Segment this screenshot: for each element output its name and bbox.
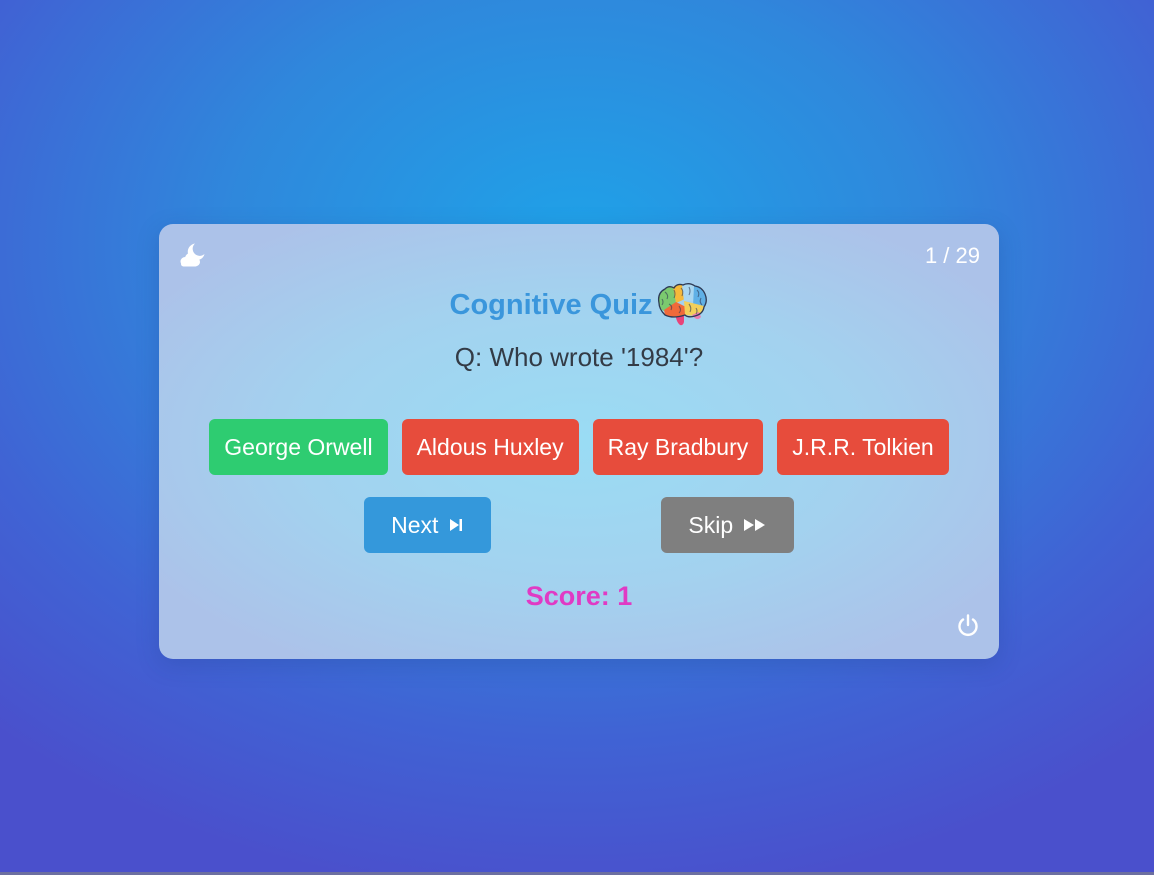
theme-toggle-button[interactable] <box>178 242 206 268</box>
brain-icon <box>655 282 709 328</box>
question-counter: 1 / 29 <box>924 243 980 268</box>
moon-cloud-icon <box>180 243 205 267</box>
question-text: Q: Who wrote '1984'? <box>454 342 704 372</box>
answer-option-jrr-tolkien[interactable]: J.R.R. Tolkien <box>777 419 949 475</box>
page-title: Cognitive Quiz <box>449 288 653 321</box>
next-button[interactable]: Next <box>364 497 491 553</box>
skip-button-label: Skip <box>688 512 734 538</box>
next-track-icon <box>449 519 462 532</box>
answer-option-george-orwell[interactable]: George Orwell <box>209 419 388 475</box>
quiz-card: 1 / 29 Cognitive Quiz Q: Who wrote '1984… <box>159 224 999 659</box>
answer-option-aldous-huxley[interactable]: Aldous Huxley <box>401 419 579 475</box>
fast-forward-icon <box>743 519 765 532</box>
title-row: Cognitive Quiz <box>159 282 999 332</box>
next-button-label: Next <box>391 512 439 538</box>
answer-options: George Orwell Aldous Huxley Ray Bradbury J.… <box>159 419 999 475</box>
score-display: Score: 1 <box>525 581 633 611</box>
power-icon <box>958 614 978 637</box>
skip-button[interactable]: Skip <box>661 497 794 553</box>
power-button[interactable] <box>956 613 980 639</box>
answer-option-ray-bradbury[interactable]: Ray Bradbury <box>592 419 764 475</box>
